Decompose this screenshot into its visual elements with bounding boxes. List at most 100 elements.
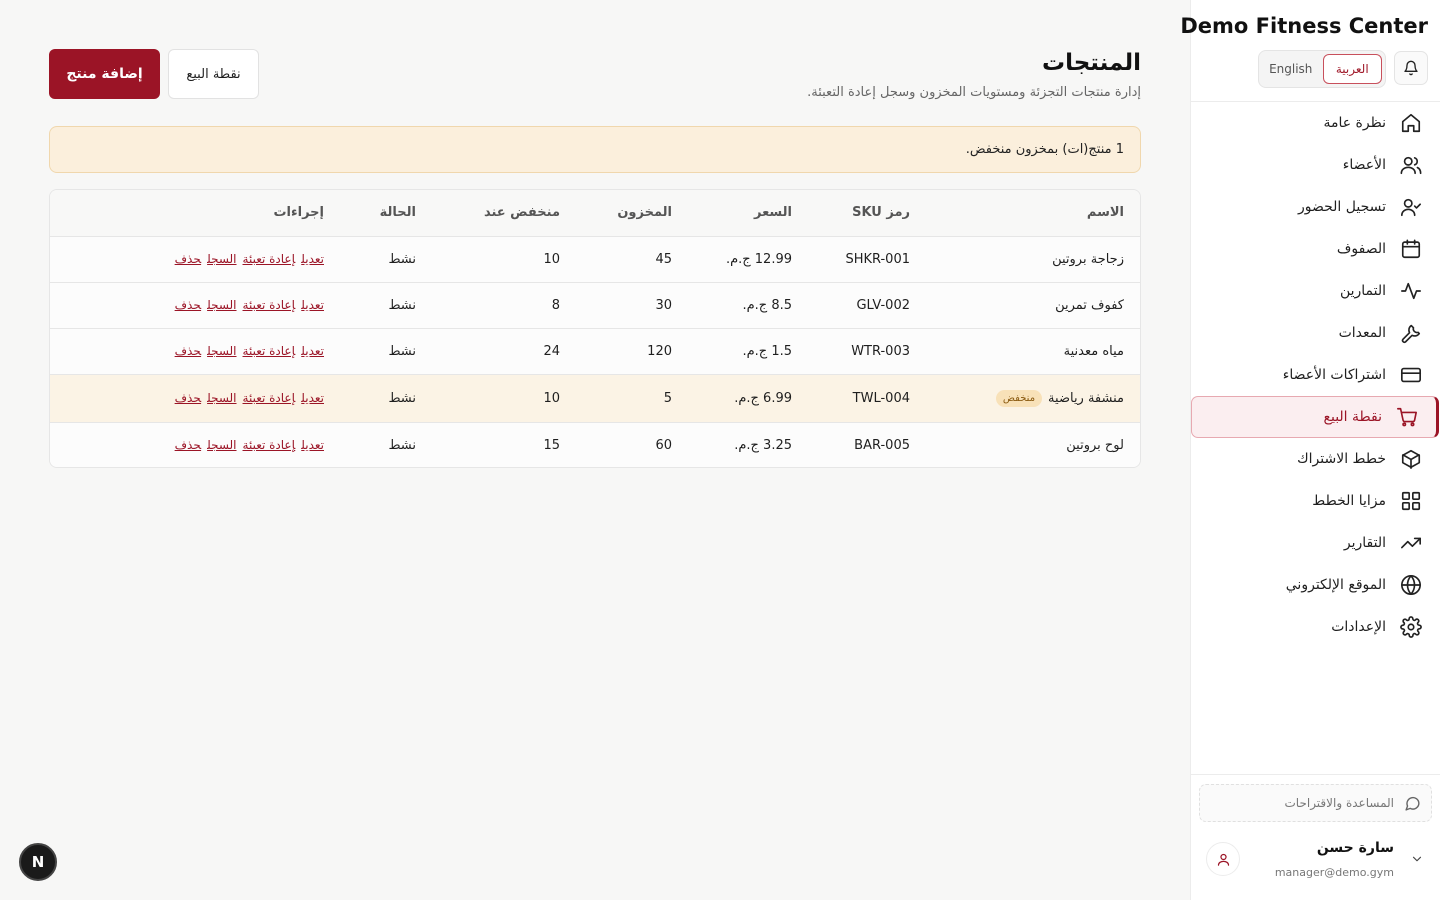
user-name: سارة حسن bbox=[1316, 840, 1394, 856]
cell-sku: WTR-003 bbox=[851, 343, 910, 359]
sidebar-item-label: التقارير bbox=[1343, 535, 1386, 551]
cell-status: نشط bbox=[388, 437, 416, 453]
header-stock[interactable]: المخزون bbox=[560, 190, 672, 237]
nextjs-devtools-button[interactable]: N bbox=[19, 843, 57, 881]
edit-link[interactable]: تعديل bbox=[301, 298, 324, 312]
log-link[interactable]: السجل bbox=[207, 438, 236, 452]
sidebar-item-label: مزايا الخطط bbox=[1312, 493, 1386, 509]
sidebar-item-grid[interactable]: مزايا الخطط bbox=[1192, 480, 1440, 522]
page-title: المنتجات bbox=[1041, 50, 1141, 76]
header-status[interactable]: الحالة bbox=[324, 190, 416, 237]
cell-price: 6.99 ج.م. bbox=[734, 390, 792, 406]
trending-up-icon bbox=[1400, 532, 1422, 554]
brand-name: Demo Fitness Center bbox=[1180, 14, 1428, 38]
delete-link[interactable]: حذف bbox=[175, 438, 201, 452]
cell-stock: 60 bbox=[655, 437, 672, 453]
delete-link[interactable]: حذف bbox=[175, 344, 201, 358]
cell-low-at: 8 bbox=[551, 297, 560, 313]
sidebar-item-package[interactable]: خطط الاشتراك bbox=[1192, 438, 1440, 480]
bell-icon bbox=[1404, 60, 1418, 76]
calendar-icon bbox=[1400, 238, 1422, 260]
log-link[interactable]: السجل bbox=[207, 298, 236, 312]
sidebar-item-wrench[interactable]: المعدات bbox=[1192, 312, 1440, 354]
cell-actions: تعديل إعادة تعبئة السجل حذف bbox=[50, 422, 324, 467]
sidebar-item-trending-up[interactable]: التقارير bbox=[1192, 522, 1440, 564]
product-name: منشفة رياضية bbox=[1048, 390, 1124, 406]
cell-status: نشط bbox=[388, 343, 416, 359]
user-menu[interactable]: سارة حسن manager@demo.gym bbox=[1190, 832, 1440, 892]
restock-link[interactable]: إعادة تعبئة bbox=[243, 344, 296, 358]
restock-link[interactable]: إعادة تعبئة bbox=[243, 298, 296, 312]
sidebar-item-label: نقطة البيع bbox=[1323, 409, 1382, 425]
header-name[interactable]: الاسم bbox=[910, 190, 1140, 237]
delete-link[interactable]: حذف bbox=[175, 298, 201, 312]
sidebar-item-credit-card[interactable]: اشتراكات الأعضاء bbox=[1192, 354, 1440, 396]
cell-price: 3.25 ج.م. bbox=[734, 437, 792, 453]
lang-english-option[interactable]: English bbox=[1262, 54, 1320, 84]
message-circle-icon bbox=[1405, 796, 1420, 811]
sidebar-item-cart[interactable]: نقطة البيع bbox=[1191, 396, 1439, 438]
restock-link[interactable]: إعادة تعبئة bbox=[243, 391, 296, 405]
sidebar-item-label: اشتراكات الأعضاء bbox=[1282, 367, 1386, 383]
cell-low-at: 10 bbox=[543, 390, 560, 406]
credit-card-icon bbox=[1400, 364, 1422, 386]
cell-actions: تعديل إعادة تعبئة السجل حذف bbox=[50, 328, 324, 374]
cell-name: منشفة رياضية منخفض bbox=[910, 374, 1140, 422]
edit-link[interactable]: تعديل bbox=[301, 391, 324, 405]
sidebar-divider-bottom bbox=[1190, 774, 1440, 775]
low-stock-alert-text: 1 منتج(ات) بمخزون منخفض. bbox=[965, 142, 1124, 157]
cell-actions: تعديل إعادة تعبئة السجل حذف bbox=[50, 282, 324, 328]
settings-icon bbox=[1400, 616, 1422, 638]
lang-arabic-option[interactable]: العربية bbox=[1322, 54, 1382, 84]
edit-link[interactable]: تعديل bbox=[301, 438, 324, 452]
sidebar-item-home[interactable]: نظرة عامة bbox=[1192, 102, 1440, 144]
cell-status: نشط bbox=[388, 251, 416, 267]
wrench-icon bbox=[1400, 322, 1422, 344]
log-link[interactable]: السجل bbox=[207, 344, 236, 358]
pos-button[interactable]: نقطة البيع bbox=[168, 49, 259, 99]
home-icon bbox=[1400, 112, 1422, 134]
sidebar-item-calendar[interactable]: الصفوف bbox=[1192, 228, 1440, 270]
table-row: مياه معدنية WTR-003 1.5 ج.م. 120 24 نشط تعديل إ… bbox=[50, 328, 1140, 374]
cell-name: لوح بروتين bbox=[910, 422, 1140, 467]
table-row: زجاجة بروتين SHKR-001 12.99 ج.م. 45 10 نشط تعد… bbox=[50, 236, 1140, 282]
table-row: لوح بروتين BAR-005 3.25 ج.م. 60 15 نشط تعديل إع… bbox=[50, 422, 1140, 467]
restock-link[interactable]: إعادة تعبئة bbox=[243, 252, 296, 266]
edit-link[interactable]: تعديل bbox=[301, 252, 324, 266]
log-link[interactable]: السجل bbox=[207, 252, 236, 266]
cell-name: كفوف تمرين bbox=[910, 282, 1140, 328]
sidebar-item-label: الأعضاء bbox=[1342, 157, 1386, 173]
notifications-button[interactable] bbox=[1394, 51, 1428, 85]
package-icon bbox=[1400, 448, 1422, 470]
header-low-at[interactable]: منخفض عند bbox=[416, 190, 560, 237]
cell-stock: 5 bbox=[663, 390, 672, 406]
cell-actions: تعديل إعادة تعبئة السجل حذف bbox=[50, 236, 324, 282]
product-name: مياه معدنية bbox=[1063, 343, 1124, 359]
sidebar-item-globe[interactable]: الموقع الإلكتروني bbox=[1192, 564, 1440, 606]
sidebar-item-settings[interactable]: الإعدادات bbox=[1192, 606, 1440, 648]
delete-link[interactable]: حذف bbox=[175, 252, 201, 266]
sidebar-item-activity[interactable]: التمارين bbox=[1192, 270, 1440, 312]
sidebar-item-user-check[interactable]: تسجيل الحضور bbox=[1192, 186, 1440, 228]
cell-stock: 30 bbox=[655, 297, 672, 313]
cell-sku: TWL-004 bbox=[852, 390, 910, 406]
log-link[interactable]: السجل bbox=[207, 391, 236, 405]
restock-link[interactable]: إعادة تعبئة bbox=[243, 438, 296, 452]
delete-link[interactable]: حذف bbox=[175, 391, 201, 405]
globe-icon bbox=[1400, 574, 1422, 596]
sidebar-item-users[interactable]: الأعضاء bbox=[1192, 144, 1440, 186]
sidebar-item-label: الموقع الإلكتروني bbox=[1285, 577, 1386, 593]
edit-link[interactable]: تعديل bbox=[301, 344, 324, 358]
header-sku[interactable]: رمز SKU bbox=[792, 190, 910, 237]
low-stock-badge: منخفض bbox=[995, 389, 1043, 407]
product-name: لوح بروتين bbox=[1066, 437, 1124, 453]
header-price[interactable]: السعر bbox=[672, 190, 792, 237]
cell-status: نشط bbox=[388, 297, 416, 313]
cell-status: نشط bbox=[388, 390, 416, 406]
help-feedback-button[interactable]: المساعدة والاقتراحات bbox=[1199, 784, 1432, 822]
cell-low-at: 15 bbox=[543, 437, 560, 453]
cell-sku: BAR-005 bbox=[854, 437, 910, 453]
sidebar-nav: نظرة عامة الأعضاء تسجيل الحضور الصفوف التمار… bbox=[1190, 102, 1440, 648]
table-header-row: الاسم رمز SKU السعر المخزون منخفض عند ال… bbox=[50, 190, 1140, 237]
add-product-button[interactable]: إضافة منتج bbox=[49, 49, 160, 99]
